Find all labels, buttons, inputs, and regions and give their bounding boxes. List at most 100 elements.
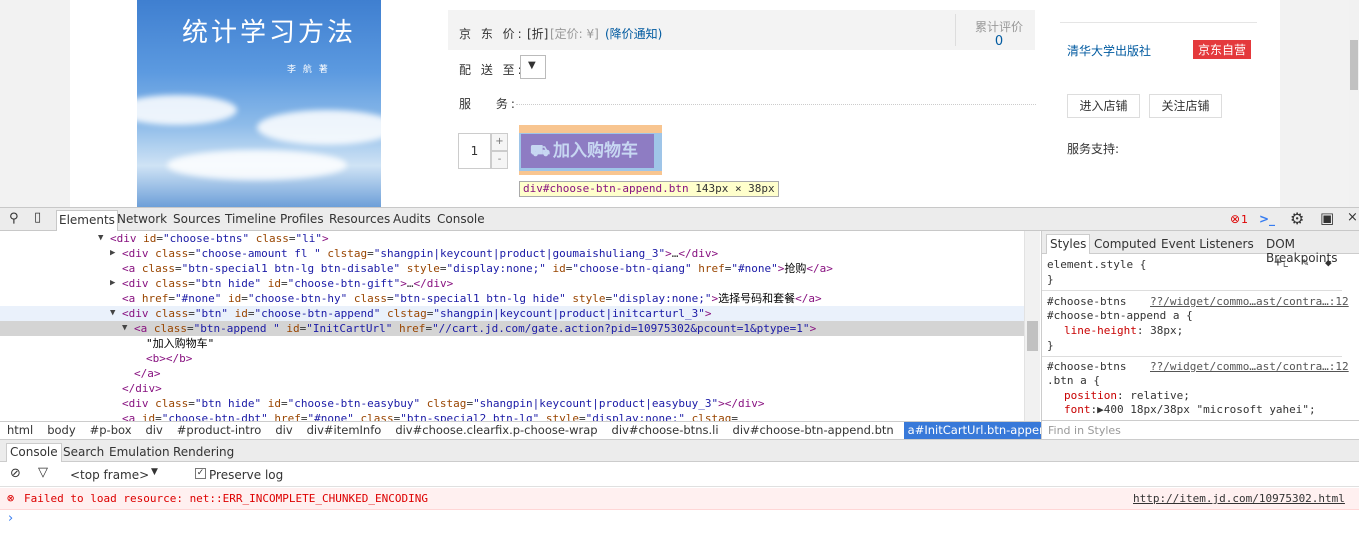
- ship-label: 配 送 至:: [459, 63, 525, 77]
- color-format-icon[interactable]: ◆: [1325, 255, 1332, 270]
- tab-rendering[interactable]: Rendering: [173, 445, 234, 459]
- frame-select[interactable]: <top frame>: [70, 468, 149, 482]
- tab-styles[interactable]: Styles: [1046, 234, 1091, 254]
- tab-network[interactable]: Network: [117, 212, 167, 226]
- rule-source-link[interactable]: ??/widget/commo…ast/contra…:12: [1150, 294, 1349, 309]
- css-value[interactable]: relative;: [1130, 389, 1190, 402]
- breadcrumb-item[interactable]: body: [43, 422, 79, 439]
- expand-arrow-icon[interactable]: ▼: [98, 231, 103, 246]
- breadcrumb-item[interactable]: #product-intro: [173, 422, 266, 439]
- review-count-link[interactable]: 0: [967, 34, 1031, 49]
- pin-icon[interactable]: ✎: [1302, 255, 1309, 270]
- dom-node-markup: <div class="btn hide" id="choose-btn-eas…: [122, 397, 765, 410]
- dom-node-markup: </div>: [122, 382, 162, 395]
- expand-arrow-icon[interactable]: ▼: [110, 306, 115, 321]
- scrollbar-thumb[interactable]: [1027, 321, 1038, 351]
- page-scrollbar[interactable]: [1349, 0, 1359, 207]
- dock-icon[interactable]: ▣: [1320, 209, 1334, 227]
- dom-node-line[interactable]: </a>: [0, 366, 1024, 381]
- rule-source-link[interactable]: ??/widget/commo…ast/contra…:12: [1150, 359, 1349, 374]
- css-value[interactable]: 400 18px/38px "microsoft yahei";: [1104, 403, 1316, 416]
- tab-elements[interactable]: Elements: [56, 210, 118, 231]
- dom-node-line[interactable]: <a href="#none" id="choose-btn-hy" class…: [0, 291, 1024, 306]
- device-mode-icon[interactable]: ▯: [34, 210, 41, 225]
- quantity-input[interactable]: 1: [458, 133, 491, 169]
- console-prompt[interactable]: ›: [8, 511, 13, 526]
- tab-timeline[interactable]: Timeline: [225, 212, 276, 226]
- expand-arrow-icon[interactable]: ▶: [110, 276, 115, 291]
- breadcrumb-item[interactable]: div#itemInfo: [303, 422, 386, 439]
- dom-node-markup: <div class="choose-amount fl " clstag="s…: [122, 247, 719, 260]
- scrollbar-thumb[interactable]: [1350, 40, 1358, 90]
- console-toolbar: ⊘ ▽ <top frame> ▼ ✓ Preserve log: [0, 462, 1359, 487]
- search-icon[interactable]: ⚲: [9, 211, 19, 226]
- quantity-minus-button[interactable]: -: [491, 151, 508, 169]
- breadcrumb-item[interactable]: div#choose.clearfix.p-choose-wrap: [391, 422, 601, 439]
- tab-emulation[interactable]: Emulation: [109, 445, 170, 459]
- rule-selector: #choose-btns: [1047, 360, 1127, 373]
- quantity-plus-button[interactable]: +: [491, 133, 508, 151]
- tab-audits[interactable]: Audits: [393, 212, 431, 226]
- tab-console[interactable]: Console: [437, 212, 485, 226]
- dom-node-line[interactable]: <b></b>: [0, 351, 1024, 366]
- expand-arrow-icon[interactable]: ▼: [122, 321, 127, 336]
- follow-store-button[interactable]: 关注店铺: [1149, 94, 1222, 118]
- breadcrumb-item[interactable]: div#choose-btns.li: [608, 422, 723, 439]
- add-rule-icon[interactable]: +⌞: [1274, 255, 1290, 270]
- error-source-link[interactable]: http://item.jd.com/10975302.html: [1133, 492, 1345, 505]
- dom-node-markup: <a class="btn-append " id="InitCartUrl" …: [134, 322, 817, 335]
- price-notify-link[interactable]: (降价通知): [605, 25, 662, 42]
- dom-node-line[interactable]: ▶ <div class="btn hide" id="choose-btn-gi…: [0, 276, 1024, 291]
- filter-icon[interactable]: ▽: [38, 465, 48, 480]
- error-icon: ⊗: [7, 491, 15, 505]
- css-value[interactable]: 38px;: [1150, 324, 1183, 337]
- tab-event-listeners[interactable]: Event Listeners: [1161, 237, 1254, 251]
- tab-resources[interactable]: Resources: [329, 212, 390, 226]
- breadcrumb-item[interactable]: #p-box: [86, 422, 136, 439]
- dom-node-line[interactable]: ▼ <div class="btn" id="choose-btn-append"…: [0, 306, 1024, 321]
- tab-profiles[interactable]: Profiles: [280, 212, 324, 226]
- preserve-log-checkbox[interactable]: ✓: [195, 468, 206, 479]
- dom-node-line[interactable]: <a class="btn-special1 btn-lg btn-disabl…: [0, 261, 1024, 276]
- breadcrumb-item[interactable]: html: [3, 422, 37, 439]
- dom-node-line[interactable]: </div>: [0, 381, 1024, 396]
- gear-icon[interactable]: ⚙: [1290, 209, 1304, 228]
- dom-node-line[interactable]: <div class="btn hide" id="choose-btn-eas…: [0, 396, 1024, 411]
- breadcrumb-item[interactable]: div#choose-btn-append.btn: [729, 422, 898, 439]
- dom-scrollbar[interactable]: [1024, 231, 1040, 421]
- expand-arrow-icon[interactable]: ▶: [110, 246, 115, 261]
- book-cover-image[interactable]: 统计学习方法 李 航 著: [137, 0, 381, 207]
- enter-store-button[interactable]: 进入店铺: [1067, 94, 1140, 118]
- tab-console-drawer[interactable]: Console: [6, 443, 62, 462]
- cloud: [167, 150, 347, 180]
- add-to-cart-button[interactable]: ⛟ 加入购物车: [521, 134, 654, 168]
- error-count[interactable]: 1: [1241, 213, 1248, 226]
- css-property[interactable]: line-height: [1064, 324, 1137, 337]
- clear-console-icon[interactable]: ⊘: [10, 466, 21, 481]
- preserve-log-label: Preserve log: [209, 468, 284, 482]
- tab-computed[interactable]: Computed: [1094, 237, 1156, 251]
- css-property[interactable]: font: [1064, 403, 1091, 416]
- console-drawer-icon[interactable]: >_: [1259, 212, 1275, 226]
- breadcrumb-item[interactable]: div: [271, 422, 296, 439]
- dom-node-markup: <a href="#none" id="choose-btn-hy" class…: [122, 292, 822, 305]
- tab-sources[interactable]: Sources: [173, 212, 220, 226]
- dom-node-markup: <b></b>: [146, 352, 193, 365]
- dom-node-line[interactable]: ▶ <div class="choose-amount fl " clstag="…: [0, 246, 1024, 261]
- rule-close: }: [1047, 273, 1054, 286]
- dom-node-line[interactable]: ▼ <div id="choose-btns" class="li">: [0, 231, 1024, 246]
- breadcrumb-item[interactable]: div: [142, 422, 167, 439]
- find-in-styles-input[interactable]: Find in Styles: [1042, 420, 1359, 439]
- service-label: 服 务:: [459, 97, 518, 111]
- dom-node-line[interactable]: ▼ <a class="btn-append " id="InitCartUrl"…: [0, 321, 1024, 336]
- publisher-link[interactable]: 清华大学出版社: [1067, 42, 1151, 59]
- inspect-tooltip: div#choose-btn-append.btn 143px × 38px: [519, 181, 779, 197]
- tab-search[interactable]: Search: [63, 445, 104, 459]
- breadcrumb-item[interactable]: a#InitCartUrl.btn-append: [903, 422, 1058, 439]
- dom-node-line[interactable]: "加入购物车": [0, 336, 1024, 351]
- error-icon[interactable]: ⊗: [1230, 212, 1240, 226]
- dom-node-line[interactable]: <a id="choose-btn-dbt" href="#none" clas…: [0, 411, 1024, 421]
- css-property[interactable]: position: [1064, 389, 1117, 402]
- ship-destination-select[interactable]: ▼: [520, 55, 546, 79]
- close-icon[interactable]: ×: [1347, 210, 1358, 225]
